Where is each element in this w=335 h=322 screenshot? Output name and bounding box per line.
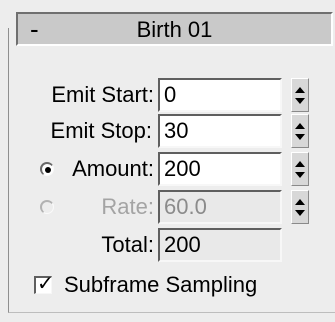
spinner-up-icon[interactable] <box>295 161 305 167</box>
amount-field[interactable]: 200 <box>158 152 282 186</box>
subframe-sampling-row[interactable]: ✓ Subframe Sampling <box>0 268 335 302</box>
checkmark-icon: ✓ <box>37 273 54 295</box>
emit-start-row: Emit Start: 0 <box>0 78 335 112</box>
spinner-up-icon[interactable] <box>295 199 305 205</box>
amount-label: Amount: <box>72 156 154 181</box>
total-field: 200 <box>158 228 282 262</box>
spinner-up-icon[interactable] <box>295 123 305 129</box>
amount-row: Amount: 200 <box>0 152 335 186</box>
spinner-down-icon[interactable] <box>295 210 305 216</box>
total-label: Total: <box>101 232 154 257</box>
subframe-sampling-checkbox[interactable]: ✓ <box>34 273 54 295</box>
spinner-down-icon[interactable] <box>295 172 305 178</box>
emit-stop-row: Emit Stop: 30 <box>0 114 335 148</box>
emit-stop-label: Emit Stop: <box>50 118 152 143</box>
total-row: Total: 200 <box>0 228 335 262</box>
amount-spinner[interactable] <box>291 152 309 186</box>
emit-start-field[interactable]: 0 <box>158 78 282 112</box>
emit-start-spinner[interactable] <box>291 78 309 112</box>
subframe-sampling-label: Subframe Sampling <box>64 272 258 297</box>
rollout-title: Birth 01 <box>136 17 213 42</box>
rate-field[interactable]: 60.0 <box>158 190 282 224</box>
emit-stop-field[interactable]: 30 <box>158 114 282 148</box>
spinner-up-icon[interactable] <box>295 87 305 93</box>
rate-row: Rate: 60.0 <box>0 190 335 224</box>
emit-start-label: Emit Start: <box>51 82 154 107</box>
rate-label: Rate: <box>101 194 154 219</box>
rollout-header[interactable]: - Birth 01 <box>16 12 333 46</box>
emit-stop-spinner[interactable] <box>291 114 309 148</box>
spinner-down-icon[interactable] <box>295 134 305 140</box>
rate-spinner[interactable] <box>291 190 309 224</box>
spinner-down-icon[interactable] <box>295 98 305 104</box>
